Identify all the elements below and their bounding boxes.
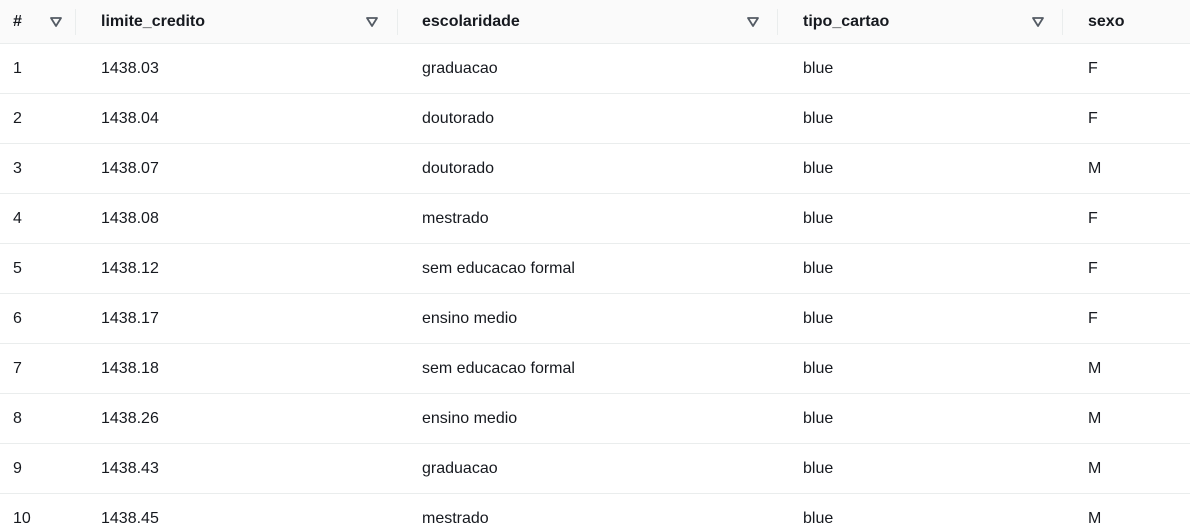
table-header: # limite_credito escolaridade tipo_carta… xyxy=(0,0,1190,44)
table-row[interactable]: 9 1438.43 graduacao blue M xyxy=(0,444,1190,494)
sort-icon[interactable] xyxy=(1031,15,1045,29)
cell-index: 10 xyxy=(13,509,31,527)
cell-index: 7 xyxy=(13,359,22,377)
cell-escolaridade: sem educacao formal xyxy=(422,359,575,377)
column-header-label: # xyxy=(13,12,22,30)
cell-limite-credito: 1438.18 xyxy=(101,359,159,377)
cell-sexo: M xyxy=(1088,159,1102,177)
cell-escolaridade: mestrado xyxy=(422,209,489,227)
column-header-label: tipo_cartao xyxy=(803,12,890,30)
cell-limite-credito: 1438.03 xyxy=(101,59,159,77)
column-header-index[interactable]: # xyxy=(13,0,63,43)
cell-escolaridade: doutorado xyxy=(422,159,495,177)
cell-escolaridade: ensino medio xyxy=(422,409,518,427)
cell-tipo-cartao: blue xyxy=(803,159,834,177)
cell-index: 6 xyxy=(13,309,22,327)
column-divider[interactable] xyxy=(397,9,398,35)
table-row[interactable]: 10 1438.45 mestrado blue M xyxy=(0,494,1190,532)
cell-sexo: F xyxy=(1088,209,1098,227)
cell-sexo: M xyxy=(1088,409,1102,427)
sort-icon[interactable] xyxy=(746,15,760,29)
table-body: 1 1438.03 graduacao blue F 2 1438.04 dou… xyxy=(0,44,1190,532)
cell-index: 5 xyxy=(13,259,22,277)
cell-index: 8 xyxy=(13,409,22,427)
cell-escolaridade: graduacao xyxy=(422,59,498,77)
cell-tipo-cartao: blue xyxy=(803,259,834,277)
cell-limite-credito: 1438.08 xyxy=(101,209,159,227)
cell-tipo-cartao: blue xyxy=(803,59,834,77)
cell-escolaridade: ensino medio xyxy=(422,309,518,327)
cell-index: 3 xyxy=(13,159,22,177)
cell-sexo: M xyxy=(1088,509,1102,527)
cell-limite-credito: 1438.07 xyxy=(101,159,159,177)
column-header-limite-credito[interactable]: limite_credito xyxy=(101,0,379,43)
column-divider[interactable] xyxy=(75,9,76,35)
table-row[interactable]: 2 1438.04 doutorado blue F xyxy=(0,94,1190,144)
cell-tipo-cartao: blue xyxy=(803,459,834,477)
cell-tipo-cartao: blue xyxy=(803,409,834,427)
column-header-tipo-cartao[interactable]: tipo_cartao xyxy=(803,0,1045,43)
cell-sexo: F xyxy=(1088,309,1098,327)
table-row[interactable]: 4 1438.08 mestrado blue F xyxy=(0,194,1190,244)
cell-limite-credito: 1438.12 xyxy=(101,259,159,277)
cell-index: 1 xyxy=(13,59,22,77)
results-table: # limite_credito escolaridade tipo_carta… xyxy=(0,0,1190,532)
column-divider[interactable] xyxy=(1062,9,1063,35)
table-row[interactable]: 7 1438.18 sem educacao formal blue M xyxy=(0,344,1190,394)
column-header-label: escolaridade xyxy=(422,12,520,30)
cell-index: 9 xyxy=(13,459,22,477)
cell-index: 4 xyxy=(13,209,22,227)
cell-escolaridade: doutorado xyxy=(422,109,495,127)
cell-limite-credito: 1438.17 xyxy=(101,309,159,327)
table-row[interactable]: 6 1438.17 ensino medio blue F xyxy=(0,294,1190,344)
cell-limite-credito: 1438.43 xyxy=(101,459,159,477)
cell-index: 2 xyxy=(13,109,22,127)
cell-sexo: F xyxy=(1088,259,1098,277)
cell-escolaridade: sem educacao formal xyxy=(422,259,575,277)
column-header-label: sexo xyxy=(1088,12,1125,30)
table-row[interactable]: 3 1438.07 doutorado blue M xyxy=(0,144,1190,194)
table-row[interactable]: 5 1438.12 sem educacao formal blue F xyxy=(0,244,1190,294)
cell-escolaridade: graduacao xyxy=(422,459,498,477)
cell-limite-credito: 1438.04 xyxy=(101,109,159,127)
table-row[interactable]: 1 1438.03 graduacao blue F xyxy=(0,44,1190,94)
column-header-label: limite_credito xyxy=(101,12,206,30)
cell-tipo-cartao: blue xyxy=(803,359,834,377)
sort-icon[interactable] xyxy=(365,15,379,29)
column-header-escolaridade[interactable]: escolaridade xyxy=(422,0,760,43)
cell-tipo-cartao: blue xyxy=(803,209,834,227)
cell-tipo-cartao: blue xyxy=(803,509,834,527)
cell-sexo: M xyxy=(1088,359,1102,377)
cell-tipo-cartao: blue xyxy=(803,109,834,127)
column-header-sexo[interactable]: sexo xyxy=(1088,0,1188,43)
cell-sexo: F xyxy=(1088,59,1098,77)
cell-sexo: M xyxy=(1088,459,1102,477)
cell-limite-credito: 1438.45 xyxy=(101,509,159,527)
cell-sexo: F xyxy=(1088,109,1098,127)
column-divider[interactable] xyxy=(777,9,778,35)
sort-icon[interactable] xyxy=(49,15,63,29)
table-row[interactable]: 8 1438.26 ensino medio blue M xyxy=(0,394,1190,444)
cell-escolaridade: mestrado xyxy=(422,509,489,527)
cell-limite-credito: 1438.26 xyxy=(101,409,159,427)
cell-tipo-cartao: blue xyxy=(803,309,834,327)
